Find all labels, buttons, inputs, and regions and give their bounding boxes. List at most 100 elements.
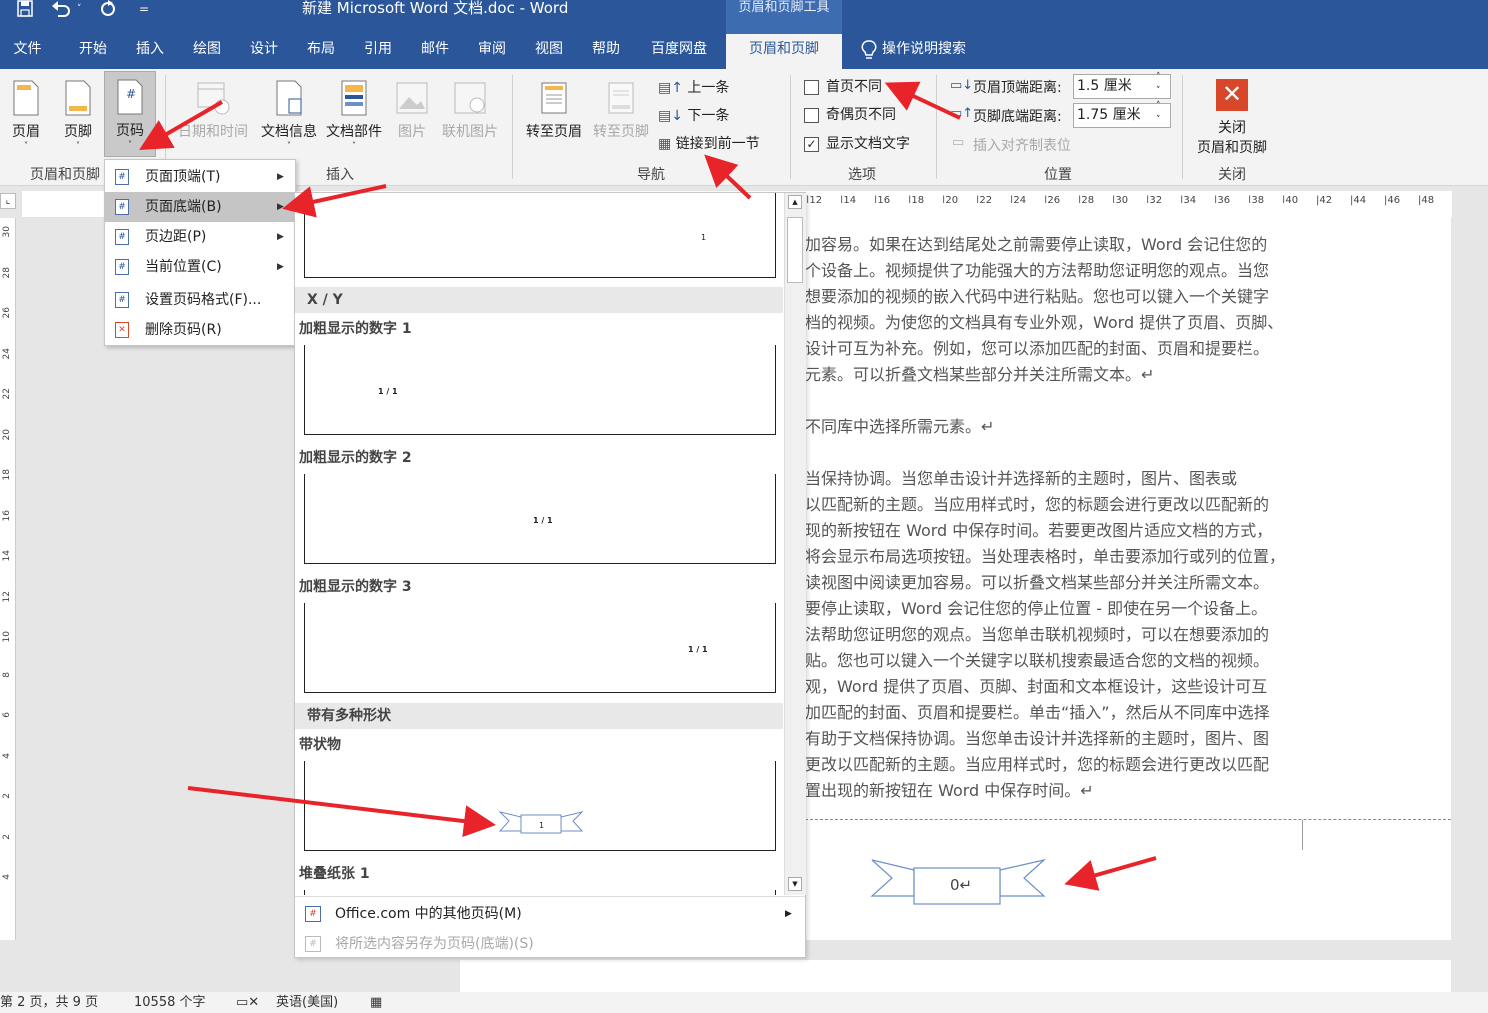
document-line[interactable]: 将会显示布局选项按钮。当处理表格时，单击要添加行或列的位置，: [805, 543, 1285, 567]
tab-draw[interactable]: 绘图: [178, 34, 236, 69]
menu-item-format-page-numbers[interactable]: # 设置页码格式(F)...: [105, 285, 295, 315]
show-document-text-option[interactable]: ✓ 显示文档文字: [804, 135, 910, 153]
document-line[interactable]: 加容易。如果在达到结尾处之前需要停止读取，Word 会记住您的: [805, 231, 1267, 255]
menu-item-top-of-page[interactable]: # 页面顶端(T) ▶: [105, 162, 295, 192]
proofing-icon[interactable]: ▭✕: [236, 992, 259, 1013]
page-count[interactable]: 第 2 页，共 9 页: [0, 992, 98, 1013]
insert-alignment-tab-button[interactable]: 插入对齐制表位: [973, 135, 1071, 155]
document-line[interactable]: 以匹配新的主题。当应用样式时，您的标题会进行更改以匹配新的: [805, 491, 1269, 515]
tab-design[interactable]: 设计: [236, 34, 292, 69]
word-count[interactable]: 10558 个字: [134, 992, 206, 1013]
tab-help[interactable]: 帮助: [578, 34, 634, 69]
document-line[interactable]: 当保持协调。当您单击设计并选择新的主题时，图片、图表或: [805, 465, 1237, 489]
spin-up-icon[interactable]: ˄: [1156, 71, 1161, 83]
goto-footer-button[interactable]: 转至页脚: [588, 75, 654, 155]
status-bar: 第 2 页，共 9 页 10558 个字 ▭✕ 英语(美国) ▦: [0, 992, 1488, 1013]
gallery-thumbnail-bold-2[interactable]: 1 / 1: [304, 474, 776, 564]
gallery-thumbnail-bold-1[interactable]: 1 / 1: [304, 345, 776, 435]
macro-record-icon[interactable]: ▦: [370, 992, 382, 1013]
tab-layout[interactable]: 布局: [292, 34, 350, 69]
undo-icon[interactable]: [50, 0, 72, 18]
tab-selector[interactable]: ⌞: [0, 193, 16, 209]
save-to-gallery-icon: #: [305, 936, 321, 952]
document-line[interactable]: 不同库中选择所需元素。↵: [805, 413, 994, 437]
tab-mailings[interactable]: 邮件: [406, 34, 464, 69]
document-line[interactable]: 设计可互为补充。例如，您可以添加匹配的封面、页眉和提要栏。: [805, 335, 1269, 359]
footer-ribbon-shape[interactable]: 0↵: [870, 856, 1047, 906]
show-document-text-checkbox[interactable]: ✓: [804, 137, 819, 152]
document-line[interactable]: 置出现的新按钮在 Word 中保存时间。↵: [805, 777, 1094, 801]
tab-view[interactable]: 视图: [520, 34, 578, 69]
undo-dropdown-icon[interactable]: ˅: [77, 0, 82, 18]
document-line[interactable]: 要停止读取，Word 会记住您的停止位置 - 即使在另一个设备上。: [805, 595, 1267, 619]
different-first-page-checkbox[interactable]: [804, 80, 819, 95]
menu-item-current-position[interactable]: # 当前位置(C) ▶: [105, 252, 295, 282]
different-odd-even-label: 奇偶页不同: [826, 107, 896, 123]
previous-icon: ▤↑: [658, 80, 683, 96]
gallery-thumbnail-plain[interactable]: 1: [304, 193, 776, 278]
document-line[interactable]: 元素。可以折叠文档某些部分并关注所需文本。↵: [805, 361, 1154, 385]
different-first-page-option[interactable]: 首页不同: [804, 78, 882, 96]
spin-up-icon[interactable]: ˄: [1156, 100, 1161, 112]
scroll-down-icon[interactable]: ▼: [788, 877, 802, 891]
document-line[interactable]: 档的视频。为使您的文档具有专业外观，Word 提供了页眉、页脚、: [805, 309, 1283, 333]
save-icon[interactable]: [16, 0, 34, 18]
tab-insert[interactable]: 插入: [122, 34, 178, 69]
tab-references[interactable]: 引用: [350, 34, 406, 69]
document-line[interactable]: 读视图中阅读更加容易。可以折叠文档某些部分并关注所需文本。: [805, 569, 1269, 593]
document-line[interactable]: 贴。您也可以键入一个关键字以联机搜索最适合您的文档的视频。: [805, 647, 1269, 671]
page-number-button[interactable]: # 页码 ˅: [104, 71, 156, 157]
tab-file[interactable]: 文件: [0, 34, 55, 69]
tell-me-search[interactable]: 操作说明搜索: [882, 34, 1012, 69]
footer-page-number[interactable]: 0↵: [950, 876, 972, 894]
document-line[interactable]: 更改以匹配新的主题。当应用样式时，您的标题会进行更改以匹配: [805, 751, 1269, 775]
next-button[interactable]: ▤↓ 下一条: [658, 105, 729, 127]
tab-header-footer[interactable]: 页眉和页脚: [726, 34, 842, 69]
link-to-previous-button[interactable]: ▦ 链接到前一节: [658, 133, 760, 155]
more-page-numbers-office[interactable]: # Office.com 中的其他页码(M) ▶: [295, 899, 805, 929]
gallery-thumbnail-bold-3[interactable]: 1 / 1: [304, 603, 776, 693]
header-button[interactable]: 页眉 ˅: [4, 75, 48, 155]
document-line[interactable]: 现的新按钮在 Word 中保存时间。若要更改图片适应文档的方式，: [805, 517, 1272, 541]
goto-header-button[interactable]: 转至页眉: [520, 75, 588, 155]
document-line[interactable]: 加匹配的封面、页眉和提要栏。单击“插入”，然后从不同库中选择: [805, 699, 1270, 723]
tab-home[interactable]: 开始: [64, 34, 122, 69]
document-info-button[interactable]: 文档信息 ˅: [258, 75, 320, 155]
menu-item-bottom-of-page[interactable]: # 页面底端(B) ▶: [105, 192, 295, 222]
document-line[interactable]: 观，Word 提供了页眉、页脚、封面和文本框设计，这些设计可互: [805, 673, 1267, 697]
footer-bottom-spinner[interactable]: 1.75 厘米 ˄ ˅: [1073, 100, 1171, 128]
document-line[interactable]: 法帮助您证明您的观点。当您单击联机视频时，可以在想要添加的: [805, 621, 1269, 645]
tab-review[interactable]: 审阅: [464, 34, 520, 69]
header-top-spinner[interactable]: 1.5 厘米 ˄ ˅: [1073, 71, 1171, 99]
document-line[interactable]: 有助于文档保持协调。当您单击设计并选择新的主题时，图片、图: [805, 725, 1269, 749]
spin-down-icon[interactable]: ˅: [1156, 114, 1161, 126]
language-indicator[interactable]: 英语(美国): [276, 992, 338, 1013]
thumbnail-sample: 1: [701, 233, 707, 242]
different-odd-even-option[interactable]: 奇偶页不同: [804, 106, 896, 124]
footer-button[interactable]: 页脚 ˅: [56, 75, 100, 155]
gallery-thumbnail-ribbon[interactable]: 1: [304, 761, 776, 851]
menu-item-page-margins[interactable]: # 页边距(P) ▶: [105, 222, 295, 252]
document-line[interactable]: 想要添加的视频的嵌入代码中进行粘贴。您也可以键入一个关键字: [805, 283, 1269, 307]
gallery-scrollbar[interactable]: ▲ ▼: [784, 193, 806, 895]
ruler-tick-label: 12: [2, 590, 12, 602]
previous-button[interactable]: ▤↑ 上一条: [658, 77, 729, 99]
customize-quick-access-icon[interactable]: =: [139, 0, 149, 18]
document-line[interactable]: 个设备上。视频提供了功能强大的方法帮助您证明您的观点。当您: [805, 257, 1269, 281]
document-parts-button[interactable]: 文档部件 ˅: [322, 75, 386, 155]
tab-baidu-netdisk[interactable]: 百度网盘: [634, 34, 724, 69]
redo-icon[interactable]: [98, 0, 118, 18]
lightbulb-icon[interactable]: [860, 39, 878, 63]
spin-down-icon[interactable]: ˅: [1156, 85, 1161, 97]
picture-button[interactable]: 图片: [390, 75, 434, 155]
gallery-thumbnail-stacked-paper[interactable]: [304, 890, 776, 895]
gallery-caption: 带状物: [299, 737, 341, 753]
close-header-footer-button[interactable]: ✕ 关闭 页眉和页脚: [1190, 75, 1274, 159]
different-odd-even-checkbox[interactable]: [804, 108, 819, 123]
scroll-up-icon[interactable]: ▲: [788, 195, 802, 209]
date-time-button[interactable]: 日期和时间: [172, 75, 254, 155]
gallery-scroll-thumb[interactable]: [787, 217, 803, 283]
online-picture-button[interactable]: 联机图片: [438, 75, 502, 155]
save-selection-as-page-number[interactable]: # 将所选内容另存为页码(底端)(S): [295, 929, 805, 959]
menu-item-remove-page-numbers[interactable]: ✕ 删除页码(R): [105, 315, 295, 345]
